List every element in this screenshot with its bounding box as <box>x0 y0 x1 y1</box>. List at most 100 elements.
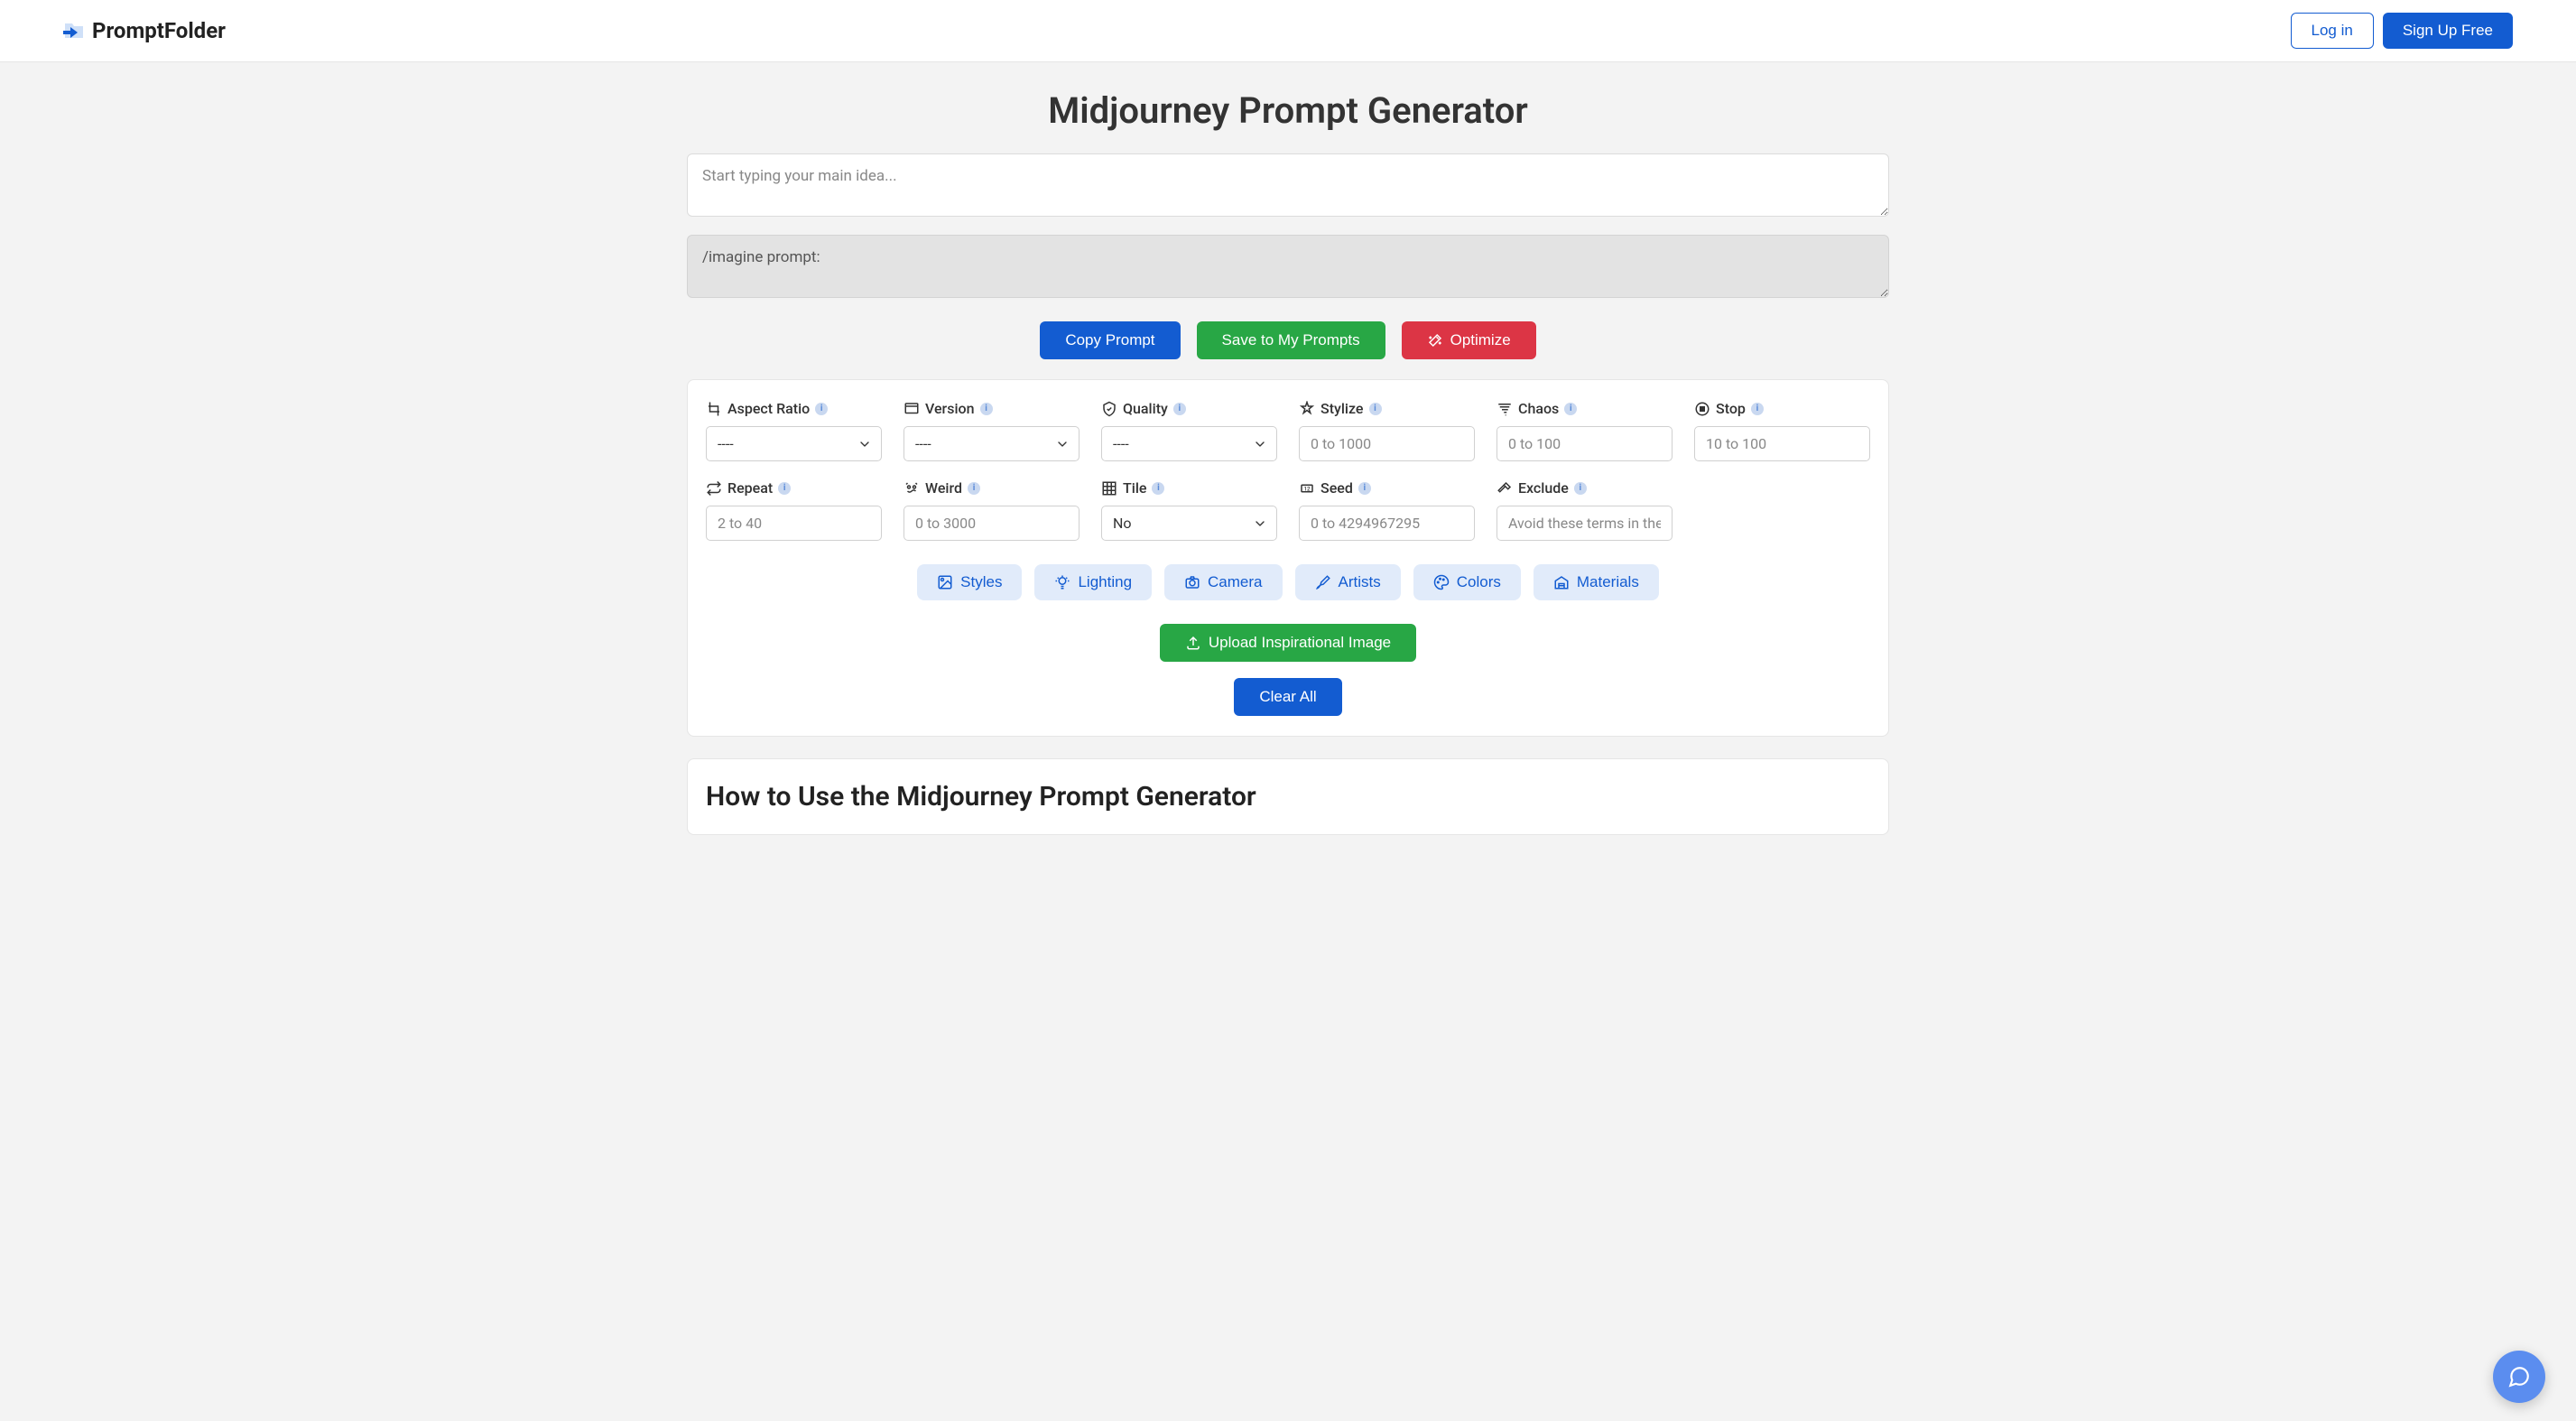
login-button[interactable]: Log in <box>2291 13 2374 49</box>
stylize-input[interactable] <box>1299 426 1475 461</box>
chaos-group: Chaos i <box>1496 400 1673 461</box>
exclude-label: Exclude <box>1518 479 1569 497</box>
lighting-chip[interactable]: Lighting <box>1034 564 1152 600</box>
materials-label: Materials <box>1577 573 1639 591</box>
repeat-icon <box>706 480 722 497</box>
action-row: Copy Prompt Save to My Prompts Optimize <box>687 321 1889 359</box>
brand-text: PromptFolder <box>92 18 226 43</box>
page-title: Midjourney Prompt Generator <box>687 89 1889 132</box>
optimize-button[interactable]: Optimize <box>1402 321 1536 359</box>
info-icon[interactable]: i <box>980 403 993 415</box>
logo[interactable]: PromptFolder <box>63 18 226 43</box>
chips-row: Styles Lighting Camera Artists Colors Ma… <box>706 564 1870 600</box>
camera-icon <box>1184 574 1200 590</box>
aspect-ratio-label: Aspect Ratio <box>727 400 810 417</box>
exclude-input[interactable] <box>1496 506 1673 541</box>
wand-icon <box>1427 332 1443 348</box>
signup-button[interactable]: Sign Up Free <box>2383 13 2513 49</box>
seed-icon: 12 <box>1299 480 1315 497</box>
optimize-label: Optimize <box>1450 331 1511 349</box>
generated-prompt-output[interactable]: /imagine prompt: <box>687 235 1889 298</box>
shield-icon <box>1101 401 1117 417</box>
header: PromptFolder Log in Sign Up Free <box>0 0 2576 62</box>
upload-icon <box>1185 635 1201 651</box>
seed-group: 12 Seed i <box>1299 479 1475 541</box>
repeat-input[interactable] <box>706 506 882 541</box>
materials-chip[interactable]: Materials <box>1534 564 1659 600</box>
repeat-label: Repeat <box>727 479 773 497</box>
info-icon[interactable]: i <box>1369 403 1382 415</box>
quality-select[interactable]: ---- <box>1101 426 1277 461</box>
howto-panel: How to Use the Midjourney Prompt Generat… <box>687 758 1889 835</box>
styles-label: Styles <box>960 573 1002 591</box>
stylize-icon <box>1299 401 1315 417</box>
quality-group: Quality i ---- <box>1101 400 1277 461</box>
chat-icon <box>2507 1365 2531 1388</box>
tile-label: Tile <box>1123 479 1146 497</box>
version-label: Version <box>925 400 975 417</box>
info-icon[interactable]: i <box>1751 403 1764 415</box>
header-buttons: Log in Sign Up Free <box>2291 13 2514 49</box>
weird-icon <box>903 480 920 497</box>
svg-text:12: 12 <box>1304 486 1311 492</box>
quality-label: Quality <box>1123 400 1168 417</box>
clear-all-button[interactable]: Clear All <box>1234 678 1341 716</box>
crop-icon <box>706 401 722 417</box>
repeat-group: Repeat i <box>706 479 882 541</box>
info-icon[interactable]: i <box>1173 403 1186 415</box>
camera-label: Camera <box>1208 573 1262 591</box>
bulb-icon <box>1054 574 1070 590</box>
stop-input[interactable] <box>1694 426 1870 461</box>
camera-chip[interactable]: Camera <box>1164 564 1282 600</box>
howto-title: How to Use the Midjourney Prompt Generat… <box>706 781 1870 813</box>
tile-group: Tile i No <box>1101 479 1277 541</box>
stop-icon <box>1694 401 1710 417</box>
image-icon <box>937 574 953 590</box>
help-fab[interactable] <box>2493 1351 2545 1403</box>
center-buttons: Upload Inspirational Image Clear All <box>706 624 1870 716</box>
aspect-ratio-group: Aspect Ratio i ---- <box>706 400 882 461</box>
folder-arrow-icon <box>63 21 85 41</box>
info-icon[interactable]: i <box>1152 482 1164 495</box>
chaos-input[interactable] <box>1496 426 1673 461</box>
chaos-label: Chaos <box>1518 400 1559 417</box>
artists-chip[interactable]: Artists <box>1295 564 1401 600</box>
stop-group: Stop i <box>1694 400 1870 461</box>
brush-icon <box>1315 574 1331 590</box>
tile-select[interactable]: No <box>1101 506 1277 541</box>
save-prompts-button[interactable]: Save to My Prompts <box>1197 321 1385 359</box>
copy-prompt-button[interactable]: Copy Prompt <box>1040 321 1180 359</box>
upload-image-button[interactable]: Upload Inspirational Image <box>1160 624 1416 662</box>
lighting-label: Lighting <box>1078 573 1132 591</box>
version-select[interactable]: ---- <box>903 426 1080 461</box>
seed-label: Seed <box>1320 479 1353 497</box>
weird-label: Weird <box>925 479 962 497</box>
seed-input[interactable] <box>1299 506 1475 541</box>
info-icon[interactable]: i <box>1564 403 1577 415</box>
tornado-icon <box>1496 401 1513 417</box>
warehouse-icon <box>1553 574 1570 590</box>
stylize-label: Stylize <box>1320 400 1364 417</box>
version-group: Version i ---- <box>903 400 1080 461</box>
info-icon[interactable]: i <box>1358 482 1371 495</box>
options-panel: Aspect Ratio i ---- Version i ---- Quali… <box>687 379 1889 737</box>
exclude-group: Exclude i <box>1496 479 1673 541</box>
palette-icon <box>1433 574 1450 590</box>
colors-chip[interactable]: Colors <box>1413 564 1521 600</box>
aspect-ratio-select[interactable]: ---- <box>706 426 882 461</box>
main-idea-input[interactable] <box>687 153 1889 217</box>
info-icon[interactable]: i <box>968 482 980 495</box>
info-icon[interactable]: i <box>778 482 791 495</box>
artists-label: Artists <box>1339 573 1381 591</box>
stylize-group: Stylize i <box>1299 400 1475 461</box>
info-icon[interactable]: i <box>815 403 828 415</box>
styles-chip[interactable]: Styles <box>917 564 1022 600</box>
weird-group: Weird i <box>903 479 1080 541</box>
hammer-icon <box>1496 480 1513 497</box>
weird-input[interactable] <box>903 506 1080 541</box>
stop-label: Stop <box>1716 400 1746 417</box>
grid-icon <box>1101 480 1117 497</box>
info-icon[interactable]: i <box>1574 482 1587 495</box>
colors-label: Colors <box>1457 573 1501 591</box>
upload-label: Upload Inspirational Image <box>1209 634 1391 652</box>
